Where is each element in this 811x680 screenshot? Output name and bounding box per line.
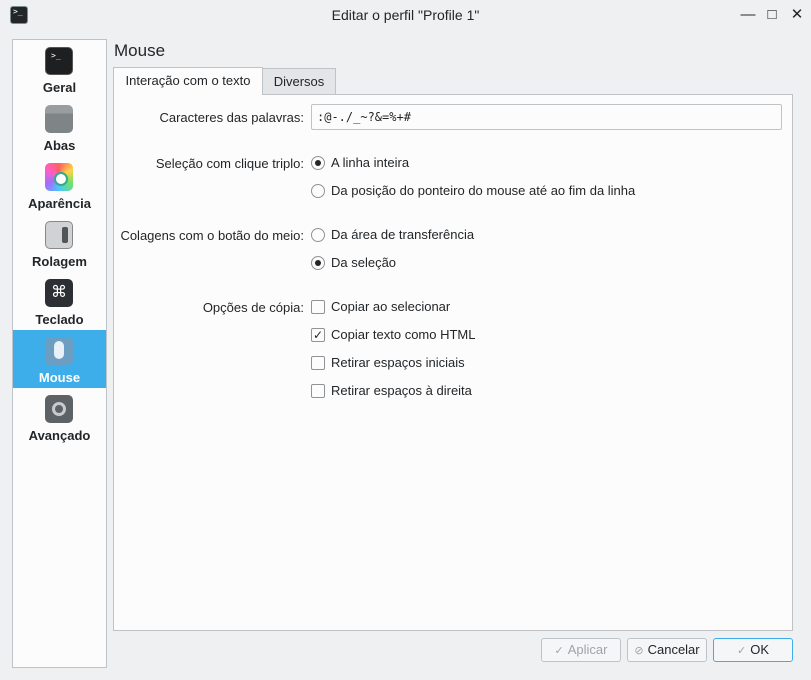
- copy-options-label: Opções de cópia:: [202, 300, 304, 315]
- sidebar-item-avancado[interactable]: Avançado: [13, 388, 106, 446]
- sidebar: Geral Abas Aparência Rolagem ⌘ Teclado M…: [12, 39, 107, 668]
- terminal-icon: [45, 47, 73, 75]
- sidebar-item-rolagem[interactable]: Rolagem: [13, 214, 106, 272]
- apply-button[interactable]: ✓ Aplicar: [541, 638, 621, 662]
- close-icon[interactable]: ✕: [789, 6, 805, 24]
- radio-label: Da posição do ponteiro do mouse até ao f…: [331, 183, 636, 198]
- radio-button[interactable]: [311, 228, 325, 242]
- checkbox-label: Copiar texto como HTML: [331, 327, 476, 342]
- radio-label: Da seleção: [331, 255, 397, 270]
- tab-interacao-com-o-texto[interactable]: Interação com o texto: [113, 67, 263, 95]
- checkbox[interactable]: [311, 300, 325, 314]
- radio-button[interactable]: [311, 156, 325, 170]
- sidebar-item-label: Aparência: [28, 196, 91, 211]
- checkbox-label: Copiar ao selecionar: [331, 299, 451, 314]
- sidebar-item-label: Geral: [42, 80, 77, 95]
- checkbox[interactable]: [311, 384, 325, 398]
- middle-paste-label: Colagens com o botão do meio:: [120, 228, 304, 243]
- advanced-icon: [45, 395, 73, 423]
- radio-button[interactable]: [311, 256, 325, 270]
- checkbox-label: Retirar espaços à direita: [331, 383, 472, 398]
- cancel-button[interactable]: ⊘ Cancelar: [627, 638, 707, 662]
- sidebar-item-geral[interactable]: Geral: [13, 40, 106, 98]
- maximize-icon[interactable]: □: [764, 6, 780, 24]
- triple-click-label: Seleção com clique triplo:: [155, 156, 304, 171]
- radio-label: Da área de transferência: [331, 227, 475, 242]
- tab-diversos[interactable]: Diversos: [262, 68, 336, 94]
- cancel-label: Cancelar: [647, 642, 700, 657]
- radio-button[interactable]: [311, 184, 325, 198]
- radio-label: A linha inteira: [331, 155, 410, 170]
- minimize-icon[interactable]: —: [740, 6, 756, 24]
- check-icon: ✓: [736, 645, 747, 657]
- sidebar-item-label: Avançado: [28, 428, 91, 443]
- title-bar: >_ Editar o perfil "Profile 1" — □ ✕: [0, 0, 811, 31]
- sidebar-item-mouse[interactable]: Mouse: [13, 330, 106, 388]
- checkbox-label: Retirar espaços iniciais: [331, 355, 465, 370]
- cancel-icon: ⊘: [634, 645, 644, 657]
- word-chars-input[interactable]: :@-./_~?&=%+#: [311, 104, 782, 130]
- word-chars-label: Caracteres das palavras:: [159, 110, 304, 125]
- ok-button[interactable]: ✓ OK: [713, 638, 793, 662]
- check-icon: ✓: [554, 645, 564, 657]
- checkbox[interactable]: [311, 356, 325, 370]
- sidebar-item-label: Mouse: [38, 370, 81, 385]
- sidebar-item-label: Rolagem: [32, 254, 87, 269]
- page-title: Mouse: [114, 41, 166, 60]
- mouse-icon: [45, 337, 73, 365]
- sidebar-item-label: Abas: [43, 138, 76, 153]
- checkbox[interactable]: ✓: [311, 328, 325, 342]
- ok-label: OK: [750, 642, 769, 657]
- sidebar-item-abas[interactable]: Abas: [13, 98, 106, 156]
- window-title: Editar o perfil "Profile 1": [331, 7, 480, 23]
- apply-label: Aplicar: [567, 642, 608, 657]
